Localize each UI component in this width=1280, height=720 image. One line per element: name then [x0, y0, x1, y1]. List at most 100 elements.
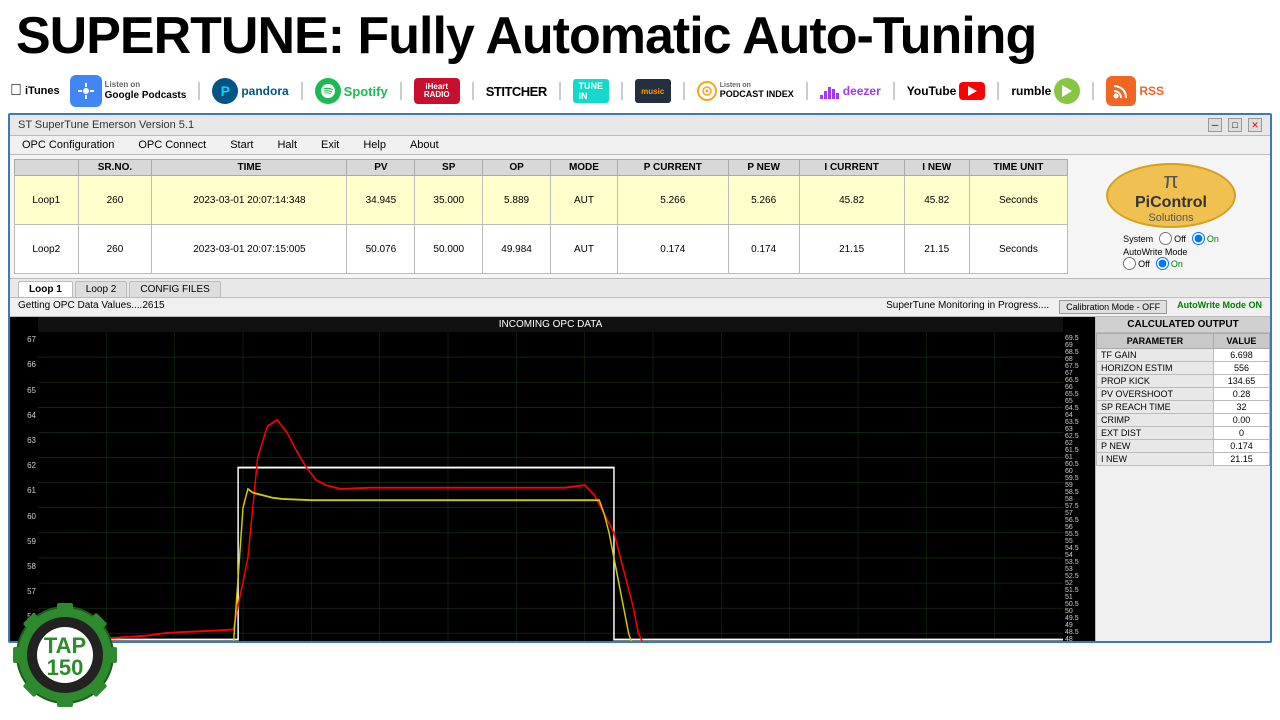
col-parameter: PARAMETER [1097, 334, 1214, 349]
loop-data-table: SR.NO. TIME PV SP OP MODE P CURRENT P NE… [14, 159, 1068, 274]
output-table: PARAMETER VALUE TF GAIN 6.698 HORIZON ES… [1096, 333, 1270, 466]
table-row: Loop2 260 2023-03-01 20:07:15:005 50.076… [15, 225, 1068, 274]
menu-start[interactable]: Start [226, 138, 257, 152]
param-name: I NEW [1097, 453, 1214, 466]
system-controls: System Off On AutoWrite Mode Off On [1123, 232, 1219, 270]
y-axis-left: 67 66 65 64 63 62 61 60 59 58 57 56 55 5… [10, 317, 38, 643]
cell-pcurrent: 0.174 [617, 225, 728, 274]
calibration-mode-button[interactable]: Calibration Mode - OFF [1059, 300, 1167, 314]
table-row: TF GAIN 6.698 [1097, 349, 1270, 362]
cell-pv: 34.945 [347, 176, 415, 225]
status-monitoring: SuperTune Monitoring in Progress.... [886, 300, 1049, 314]
param-name: PROP KICK [1097, 375, 1214, 388]
podcast-index-icon[interactable]: Listen on PODCAST INDEX [697, 81, 794, 101]
cell-srno: 260 [78, 225, 152, 274]
status-right: SuperTune Monitoring in Progress.... Cal… [886, 300, 1262, 314]
table-row: HORIZON ESTIM 556 [1097, 362, 1270, 375]
param-value: 0.174 [1213, 440, 1269, 453]
right-panel: CALCULATED OUTPUT PARAMETER VALUE TF GAI… [1095, 317, 1270, 643]
param-name: P NEW [1097, 440, 1214, 453]
cell-mode: AUT [550, 225, 617, 274]
menu-opc-config[interactable]: OPC Configuration [18, 138, 118, 152]
col-value: VALUE [1213, 334, 1269, 349]
cell-op: 5.889 [483, 176, 551, 225]
deezer-icon[interactable]: deezer [820, 83, 881, 99]
chart-svg [38, 332, 1063, 643]
cell-pnew: 5.266 [728, 176, 799, 225]
spotify-icon[interactable]: Spotify [315, 78, 388, 104]
cell-loop: Loop2 [15, 225, 79, 274]
menu-opc-connect[interactable]: OPC Connect [134, 138, 210, 152]
autowrite-status: AutoWrite Mode ON [1177, 300, 1262, 314]
system-off-radio[interactable]: Off [1159, 232, 1186, 245]
col-pv: PV [347, 160, 415, 176]
close-button[interactable]: ✕ [1248, 118, 1262, 132]
cell-sp: 35.000 [415, 176, 483, 225]
tab-config-files[interactable]: CONFIG FILES [129, 281, 220, 297]
calculated-output-title: CALCULATED OUTPUT [1096, 317, 1270, 333]
podcast-bar:  iTunes Listen on Google Podcasts P pan… [0, 69, 1280, 113]
cell-time: 2023-03-01 20:07:14:348 [152, 176, 347, 225]
col-icurrent: I CURRENT [799, 160, 904, 176]
param-value: 556 [1213, 362, 1269, 375]
cell-op: 49.984 [483, 225, 551, 274]
table-row: I NEW 21.15 [1097, 453, 1270, 466]
table-row: Loop1 260 2023-03-01 20:07:14:348 34.945… [15, 176, 1068, 225]
iheart-radio-icon[interactable]: iHeartRADIO [414, 78, 460, 104]
separator [683, 82, 685, 100]
chart-container: 67 66 65 64 63 62 61 60 59 58 57 56 55 5… [10, 317, 1270, 643]
col-pcurrent: P CURRENT [617, 160, 728, 176]
app-window: ST SuperTune Emerson Version 5.1 ─ □ ✕ O… [8, 113, 1272, 643]
rss-icon[interactable]: RSS [1106, 76, 1164, 106]
autowrite-off-radio[interactable]: Off [1123, 257, 1150, 270]
param-value: 21.15 [1213, 453, 1269, 466]
menu-halt[interactable]: Halt [273, 138, 301, 152]
menu-help[interactable]: Help [359, 138, 390, 152]
itunes-icon[interactable]:  iTunes [10, 82, 60, 100]
col-loop [15, 160, 79, 176]
separator [1092, 82, 1094, 100]
rumble-icon[interactable]: rumble [1011, 78, 1080, 104]
stitcher-icon[interactable]: STITCHER [486, 84, 547, 99]
youtube-icon[interactable]: YouTube [907, 82, 986, 100]
autowrite-on-radio[interactable]: On [1156, 257, 1183, 270]
system-on-radio[interactable]: On [1192, 232, 1219, 245]
tabs-area: Loop 1 Loop 2 CONFIG FILES [10, 279, 1270, 298]
pandora-icon[interactable]: P pandora [212, 78, 288, 104]
separator [559, 82, 561, 100]
menu-exit[interactable]: Exit [317, 138, 343, 152]
maximize-button[interactable]: □ [1228, 118, 1242, 132]
param-value: 6.698 [1213, 349, 1269, 362]
param-name: CRIMP [1097, 414, 1214, 427]
cell-inew: 21.15 [904, 225, 969, 274]
col-srno: SR.NO. [78, 160, 152, 176]
cell-pnew: 0.174 [728, 225, 799, 274]
menu-about[interactable]: About [406, 138, 443, 152]
picontrol-logo: π PiControl Solutions [1106, 163, 1236, 228]
col-sp: SP [415, 160, 483, 176]
title-bar: ST SuperTune Emerson Version 5.1 ─ □ ✕ [10, 115, 1270, 136]
cell-mode: AUT [550, 176, 617, 225]
tap-logo: TAP 150 [10, 600, 120, 710]
tunein-icon[interactable]: TUNEIN [573, 79, 609, 103]
cell-srno: 260 [78, 176, 152, 225]
cell-pv: 50.076 [347, 225, 415, 274]
param-value: 0.28 [1213, 388, 1269, 401]
google-podcasts-icon[interactable]: Listen on Google Podcasts [70, 75, 187, 107]
separator [198, 82, 200, 100]
cell-loop: Loop1 [15, 176, 79, 225]
separator [997, 82, 999, 100]
param-name: SP REACH TIME [1097, 401, 1214, 414]
tab-loop2[interactable]: Loop 2 [75, 281, 128, 297]
menu-bar: OPC Configuration OPC Connect Start Halt… [10, 136, 1270, 155]
param-value: 0 [1213, 427, 1269, 440]
cell-pcurrent: 5.266 [617, 176, 728, 225]
window-controls: ─ □ ✕ [1208, 118, 1262, 132]
table-row: P NEW 0.174 [1097, 440, 1270, 453]
separator [806, 82, 808, 100]
cell-inew: 45.82 [904, 176, 969, 225]
cell-timeunit: Seconds [969, 176, 1067, 225]
tab-loop1[interactable]: Loop 1 [18, 281, 73, 297]
minimize-button[interactable]: ─ [1208, 118, 1222, 132]
amazon-music-icon[interactable]: music [635, 79, 671, 103]
